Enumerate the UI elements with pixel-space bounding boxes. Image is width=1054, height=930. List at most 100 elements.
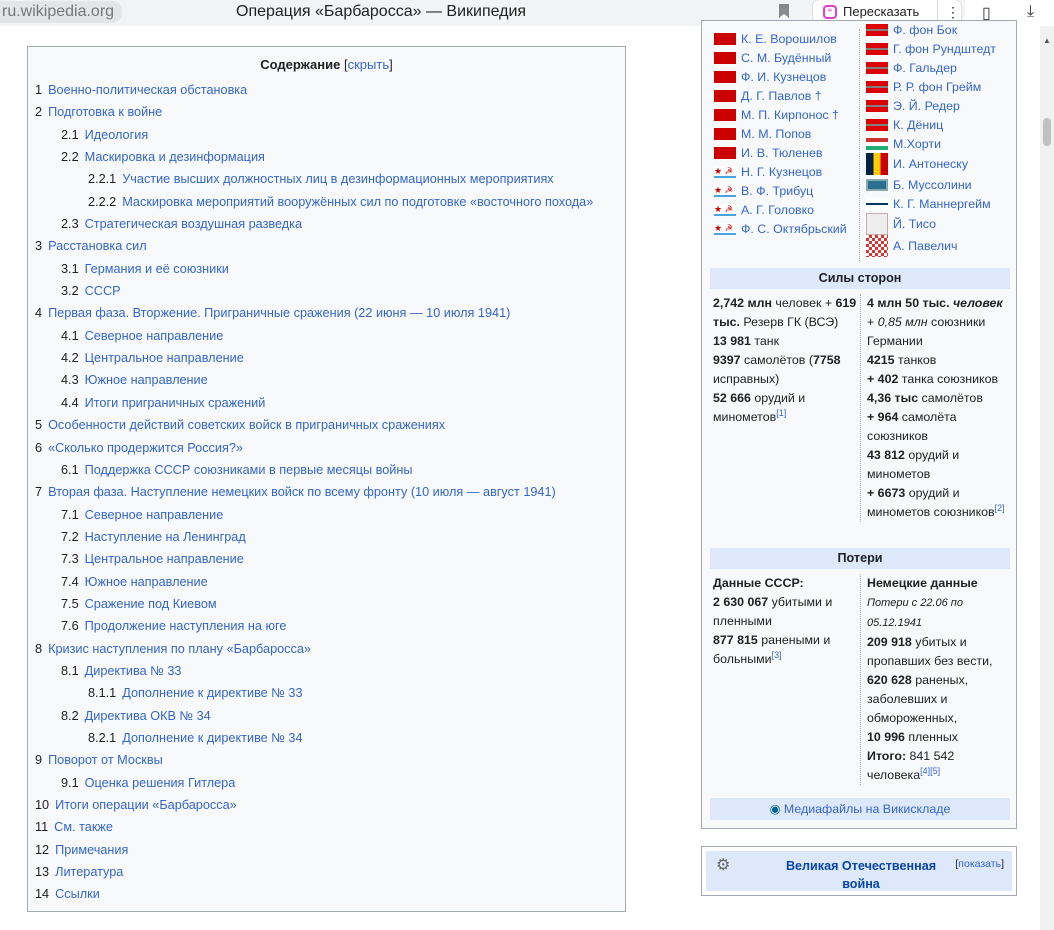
toc-link[interactable]: Расстановка сил xyxy=(48,239,147,253)
commander-link[interactable]: А. Г. Головко xyxy=(741,203,814,217)
toc-link[interactable]: См. также xyxy=(54,820,113,834)
commander-link[interactable]: В. Ф. Трибуц xyxy=(741,184,813,198)
toc-link[interactable]: Примечания xyxy=(55,843,128,857)
toc-item[interactable]: 7 Вторая фаза. Наступление немецких войск… xyxy=(35,483,593,505)
toc-link[interactable]: Северное направление xyxy=(85,329,224,343)
toc-link[interactable]: Участие высших должностных лиц в дезинфо… xyxy=(122,172,553,186)
toc-link[interactable]: Дополнение к директиве № 34 xyxy=(122,731,302,745)
bookmark-icon[interactable] xyxy=(779,4,789,18)
reference-link[interactable]: [2] xyxy=(995,503,1005,513)
toc-item[interactable]: 2.3 Стратегическая воздушная разведка xyxy=(35,215,593,237)
url-text[interactable]: ru.wikipedia.org xyxy=(0,1,122,23)
navbox-show-link[interactable]: показать xyxy=(958,858,1001,870)
toc-link[interactable]: «Сколько продержится Россия?» xyxy=(48,441,243,455)
toc-item[interactable]: 3.2 СССР xyxy=(35,282,593,304)
toc-item[interactable]: 3.1 Германия и её союзники xyxy=(35,260,593,282)
toc-link[interactable]: Итоги операции «Барбаросса» xyxy=(55,798,237,812)
navbox-title[interactable]: Великая Отечественная война xyxy=(776,857,946,893)
commons-link[interactable]: Медиафайлы на Викискладе xyxy=(784,802,950,816)
toc-item[interactable]: 2.1 Идеология xyxy=(35,126,593,148)
toc-item[interactable]: 12 Примечания xyxy=(35,841,593,863)
commander-link[interactable]: И. В. Тюленев xyxy=(741,146,822,160)
toc-item[interactable]: 13 Литература xyxy=(35,863,593,885)
toc-item[interactable]: 8 Кризис наступления по плану «Барбаросса… xyxy=(35,640,593,662)
toc-link[interactable]: Военно-политическая обстановка xyxy=(48,83,247,97)
toc-item[interactable]: 7.2 Наступление на Ленинград xyxy=(35,528,593,550)
toc-link[interactable]: Продолжение наступления на юге xyxy=(85,619,287,633)
toc-item[interactable]: 6.1 Поддержка СССР союзниками в первые ме… xyxy=(35,461,593,483)
commander-link[interactable]: Ф. С. Октябрьский xyxy=(741,222,847,236)
toc-item[interactable]: 9 Поворот от Москвы xyxy=(35,751,593,773)
toc-link[interactable]: Идеология xyxy=(85,128,149,142)
toc-item[interactable]: 4.1 Северное направление xyxy=(35,327,593,349)
toc-item[interactable]: 2 Подготовка к войне xyxy=(35,103,593,125)
commander-link[interactable]: М. П. Кирпонос † xyxy=(741,108,839,122)
toc-item[interactable]: 8.2 Директива ОКВ № 34 xyxy=(35,707,593,729)
toc-link[interactable]: Первая фаза. Вторжение. Приграничные сра… xyxy=(48,306,510,320)
toc-item[interactable]: 4.4 Итоги приграничных сражений xyxy=(35,394,593,416)
scrollbar[interactable]: ▲ xyxy=(1040,26,1054,930)
toc-item[interactable]: 9.1 Оценка решения Гитлера xyxy=(35,774,593,796)
reference-link[interactable]: [1] xyxy=(776,408,786,418)
toc-link[interactable]: Вторая фаза. Наступление немецких войск … xyxy=(48,485,556,499)
commander-link[interactable]: Б. Муссолини xyxy=(893,178,972,192)
commander-link[interactable]: Ф. фон Бок xyxy=(893,23,957,37)
commander-link[interactable]: Г. фон Рундштедт xyxy=(893,42,996,56)
toc-item[interactable]: 7.5 Сражение под Киевом xyxy=(35,595,593,617)
download-icon[interactable]: ⤓ xyxy=(1027,3,1034,21)
toc-item[interactable]: 7.4 Южное направление xyxy=(35,573,593,595)
toc-link[interactable]: Наступление на Ленинград xyxy=(85,530,246,544)
toc-link[interactable]: Дополнение к директиве № 33 xyxy=(122,686,302,700)
toc-link[interactable]: Кризис наступления по плану «Барбаросса» xyxy=(48,642,311,656)
toc-item[interactable]: 2.2.2 Маскировка мероприятий вооружённых … xyxy=(35,193,593,215)
toc-item[interactable]: 3 Расстановка сил xyxy=(35,237,593,259)
reference-link[interactable]: [3] xyxy=(772,650,782,660)
gear-icon[interactable]: ⚙ xyxy=(716,855,730,875)
toc-item[interactable]: 4.3 Южное направление xyxy=(35,371,593,393)
commander-link[interactable]: Р. Р. фон Грейм xyxy=(893,80,981,94)
toc-item[interactable]: 2.2 Маскировка и дезинформация xyxy=(35,148,593,170)
commander-link[interactable]: К. Е. Ворошилов xyxy=(741,32,837,46)
commander-link[interactable]: Э. Й. Редер xyxy=(893,99,960,113)
toc-item[interactable]: 1 Военно-политическая обстановка xyxy=(35,81,593,103)
toc-link[interactable]: Литература xyxy=(55,865,123,879)
toc-link[interactable]: Центральное направление xyxy=(85,552,244,566)
reference-link[interactable]: [4] xyxy=(920,766,930,776)
commander-link[interactable]: Ф. И. Кузнецов xyxy=(741,70,826,84)
toc-item[interactable]: 8.1.1 Дополнение к директиве № 33 xyxy=(35,684,593,706)
toc-item[interactable]: 8.2.1 Дополнение к директиве № 34 xyxy=(35,729,593,751)
toc-link[interactable]: Центральное направление xyxy=(85,351,244,365)
toc-item[interactable]: 10 Итоги операции «Барбаросса» xyxy=(35,796,593,818)
toc-link[interactable]: Ссылки xyxy=(55,887,100,901)
toc-item[interactable]: 4.2 Центральное направление xyxy=(35,349,593,371)
toc-link[interactable]: Поворот от Москвы xyxy=(48,753,163,767)
toc-link[interactable]: Директива ОКВ № 34 xyxy=(85,709,211,723)
toc-item[interactable]: 2.2.1 Участие высших должностных лиц в де… xyxy=(35,170,593,192)
toc-link[interactable]: Подготовка к войне xyxy=(48,105,162,119)
commander-link[interactable]: Ф. Гальдер xyxy=(893,61,957,75)
toc-item[interactable]: 6 «Сколько продержится Россия?» xyxy=(35,439,593,461)
toc-link[interactable]: Директива № 33 xyxy=(85,664,182,678)
toc-item[interactable]: 4 Первая фаза. Вторжение. Приграничные ср… xyxy=(35,304,593,326)
commander-link[interactable]: А. Павелич xyxy=(893,239,957,253)
commander-link[interactable]: М.Хорти xyxy=(893,137,941,151)
toc-link[interactable]: Северное направление xyxy=(85,508,224,522)
toc-item[interactable]: 14 Ссылки xyxy=(35,885,593,907)
toc-item[interactable]: 7.3 Центральное направление xyxy=(35,550,593,572)
toc-link[interactable]: Маскировка мероприятий вооружённых сил п… xyxy=(122,195,593,209)
toc-item[interactable]: 5 Особенности действий советских войск в … xyxy=(35,416,593,438)
toc-link[interactable]: Итоги приграничных сражений xyxy=(85,396,266,410)
scroll-up-icon[interactable]: ▲ xyxy=(1043,36,1051,45)
commander-link[interactable]: Д. Г. Павлов † xyxy=(741,89,822,103)
commander-link[interactable]: С. М. Будённый xyxy=(741,51,831,65)
commander-link[interactable]: К. Дёниц xyxy=(893,118,943,132)
commander-link[interactable]: К. Г. Маннергейм xyxy=(893,197,991,211)
commander-link[interactable]: М. М. Попов xyxy=(741,127,811,141)
toc-link[interactable]: Сражение под Киевом xyxy=(85,597,217,611)
reference-link[interactable]: [5] xyxy=(930,766,940,776)
toc-link[interactable]: Особенности действий советских войск в п… xyxy=(48,418,445,432)
toc-link[interactable]: Южное направление xyxy=(85,373,208,387)
toc-item[interactable]: 7.6 Продолжение наступления на юге xyxy=(35,617,593,639)
toc-item[interactable]: 7.1 Северное направление xyxy=(35,506,593,528)
commander-link[interactable]: И. Антонеску xyxy=(893,157,968,171)
